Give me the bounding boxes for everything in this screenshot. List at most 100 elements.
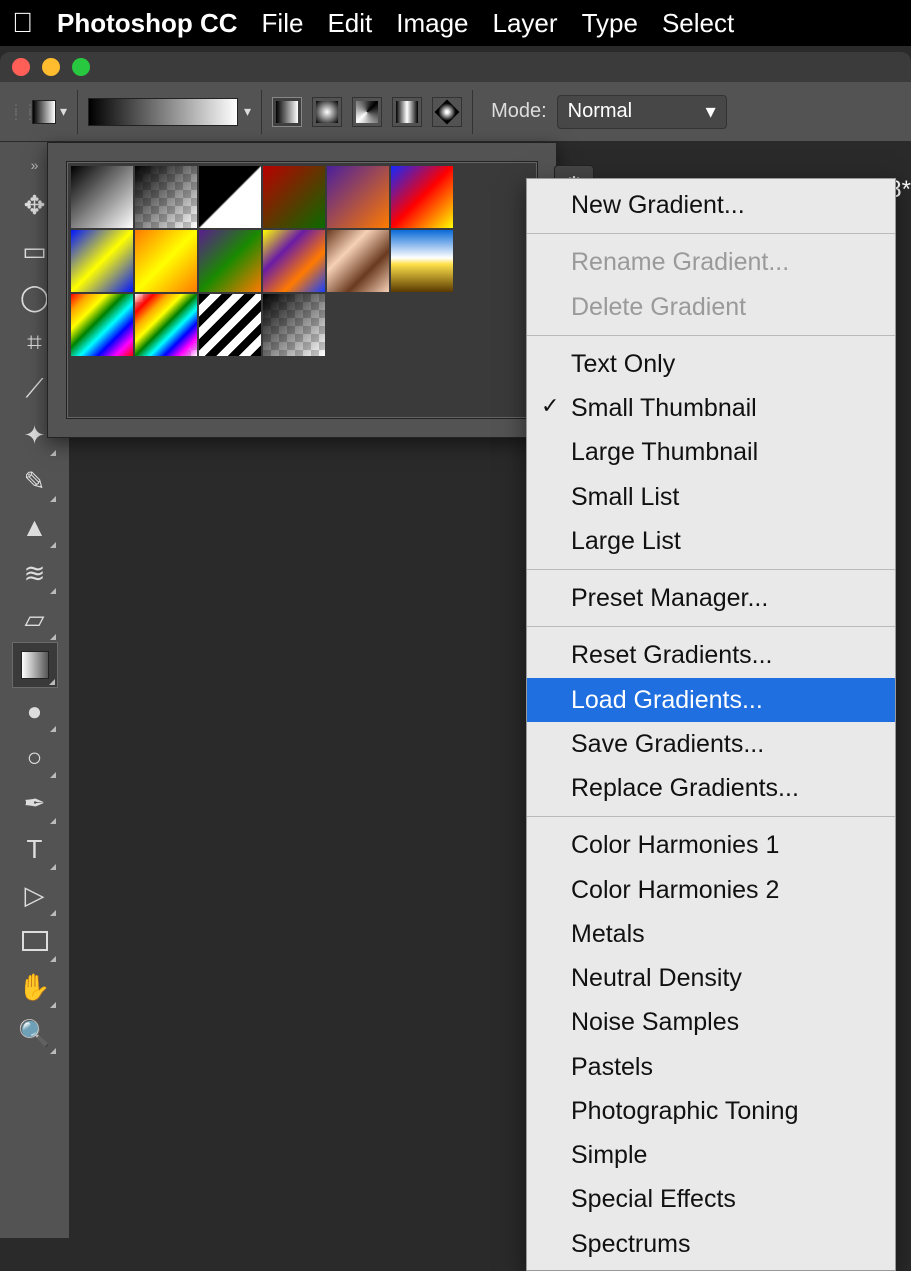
menu-edit[interactable]: Edit xyxy=(327,8,372,39)
menu-item-label: New Gradient... xyxy=(571,191,745,219)
separator xyxy=(472,90,473,134)
gradient-type-group xyxy=(272,97,462,127)
gradient-preset-swatch[interactable] xyxy=(263,230,325,292)
gradient-preset-swatch[interactable] xyxy=(135,166,197,228)
menu-item[interactable]: Noise Samples xyxy=(527,1000,895,1044)
app-name[interactable]: Photoshop CC xyxy=(57,8,238,39)
menu-item-label: Photographic Toning xyxy=(571,1097,799,1125)
pen-tool[interactable]: ✒ xyxy=(12,780,58,826)
gradient-preset-swatch[interactable] xyxy=(391,166,453,228)
zoom-tool[interactable]: 🔍 xyxy=(12,1010,58,1056)
gradient-presets-flyout-menu: New Gradient...Rename Gradient...Delete … xyxy=(526,178,896,1271)
window-close-button[interactable] xyxy=(12,58,30,76)
menu-item[interactable]: Pastels xyxy=(527,1045,895,1089)
blend-mode-label: Mode: xyxy=(491,100,547,123)
menu-separator xyxy=(527,233,895,234)
gradient-preset-swatch[interactable] xyxy=(263,166,325,228)
rectangle-tool[interactable] xyxy=(12,918,58,964)
menu-item[interactable]: Reset Gradients... xyxy=(527,633,895,677)
menu-item-label: Special Effects xyxy=(571,1185,736,1213)
gradient-type-angle-button[interactable] xyxy=(352,97,382,127)
menu-separator xyxy=(527,626,895,627)
menu-item[interactable]: Small List xyxy=(527,475,895,519)
tools-expand-icon[interactable]: » xyxy=(31,152,39,178)
gradient-preset-swatch[interactable] xyxy=(135,230,197,292)
gradient-type-diamond-button[interactable] xyxy=(432,97,462,127)
gradient-preset-swatch[interactable] xyxy=(391,230,453,292)
menu-item[interactable]: Spectrums xyxy=(527,1222,895,1266)
hand-tool[interactable]: ✋ xyxy=(12,964,58,1010)
apple-logo-icon[interactable]:  xyxy=(12,7,33,39)
separator xyxy=(261,90,262,134)
gradient-preset-swatch[interactable] xyxy=(71,230,133,292)
tool-preset-picker-chevron-icon[interactable]: ▾ xyxy=(60,103,67,120)
menu-item-label: Color Harmonies 1 xyxy=(571,831,779,859)
menu-item[interactable]: Large List xyxy=(527,519,895,563)
menu-item[interactable]: Load Gradients... xyxy=(527,678,895,722)
tool-submenu-indicator-icon xyxy=(50,634,56,640)
menu-file[interactable]: File xyxy=(262,8,304,39)
gradient-preset-swatch[interactable] xyxy=(263,294,325,356)
options-bar: ⋮⋮⋮⋮ ▾ ▾ Mode: Normal ▾ xyxy=(0,82,911,142)
gradient-editor-preview[interactable] xyxy=(88,98,238,126)
menu-item-label: Large Thumbnail xyxy=(571,438,758,466)
gradient-type-reflected-button[interactable] xyxy=(392,97,422,127)
menu-item[interactable]: ✓Small Thumbnail xyxy=(527,386,895,430)
menu-layer[interactable]: Layer xyxy=(493,8,558,39)
gradient-type-radial-button[interactable] xyxy=(312,97,342,127)
menu-item[interactable]: Save Gradients... xyxy=(527,722,895,766)
gradient-picker-chevron-icon[interactable]: ▾ xyxy=(244,103,251,120)
window-zoom-button[interactable] xyxy=(72,58,90,76)
menu-item-label: Neutral Density xyxy=(571,964,742,992)
menu-item[interactable]: Large Thumbnail xyxy=(527,430,895,474)
menu-item[interactable]: Text Only xyxy=(527,342,895,386)
blur-tool[interactable]: ● xyxy=(12,688,58,734)
gradient-preset-swatch[interactable] xyxy=(71,294,133,356)
menu-separator xyxy=(527,335,895,336)
menu-item[interactable]: Color Harmonies 2 xyxy=(527,868,895,912)
menu-item-label: Reset Gradients... xyxy=(571,641,772,669)
gradient-presets-grid xyxy=(71,166,533,414)
grip-icon: ⋮⋮⋮⋮ xyxy=(10,106,22,118)
menu-item[interactable]: Preset Manager... xyxy=(527,576,895,620)
gradient-type-linear-button[interactable] xyxy=(272,97,302,127)
menu-item-label: Color Harmonies 2 xyxy=(571,876,779,904)
tool-preset-gradient-preview xyxy=(32,100,56,124)
gradient-preset-swatch[interactable] xyxy=(327,230,389,292)
gradient-preset-swatch[interactable] xyxy=(199,294,261,356)
menu-item-label: Metals xyxy=(571,920,645,948)
menu-item[interactable]: Simple xyxy=(527,1133,895,1177)
tool-submenu-indicator-icon xyxy=(50,542,56,548)
menu-item[interactable]: Replace Gradients... xyxy=(527,766,895,810)
path-selection-tool[interactable]: ▷ xyxy=(12,872,58,918)
gradient-tool[interactable] xyxy=(12,642,58,688)
menu-item[interactable]: New Gradient... xyxy=(527,183,895,227)
type-tool[interactable]: T xyxy=(12,826,58,872)
blend-mode-select[interactable]: Normal ▾ xyxy=(557,95,727,129)
menu-select[interactable]: Select xyxy=(662,8,734,39)
menu-item[interactable]: Photographic Toning xyxy=(527,1089,895,1133)
menu-item[interactable]: Neutral Density xyxy=(527,956,895,1000)
gradient-preset-swatch[interactable] xyxy=(199,166,261,228)
eraser-tool[interactable]: ▱ xyxy=(12,596,58,642)
chevron-down-icon: ▾ xyxy=(706,99,716,124)
menu-item-label: Spectrums xyxy=(571,1230,690,1258)
blend-mode-value: Normal xyxy=(568,100,632,123)
gradient-preset-swatch[interactable] xyxy=(135,294,197,356)
tool-submenu-indicator-icon xyxy=(49,679,55,685)
gradient-preset-swatch[interactable] xyxy=(199,230,261,292)
brush-tool[interactable]: ✎ xyxy=(12,458,58,504)
menu-item[interactable]: Special Effects xyxy=(527,1177,895,1221)
tool-submenu-indicator-icon xyxy=(50,1002,56,1008)
menu-item[interactable]: Color Harmonies 1 xyxy=(527,823,895,867)
clone-stamp-tool[interactable]: ▲ xyxy=(12,504,58,550)
history-brush-tool[interactable]: ≋ xyxy=(12,550,58,596)
menu-type[interactable]: Type xyxy=(582,8,638,39)
window-minimize-button[interactable] xyxy=(42,58,60,76)
gradient-preset-swatch[interactable] xyxy=(327,166,389,228)
menu-image[interactable]: Image xyxy=(396,8,468,39)
gradient-preset-swatch[interactable] xyxy=(71,166,133,228)
menu-item-label: Delete Gradient xyxy=(571,293,746,321)
dodge-tool[interactable]: ○ xyxy=(12,734,58,780)
menu-item[interactable]: Metals xyxy=(527,912,895,956)
